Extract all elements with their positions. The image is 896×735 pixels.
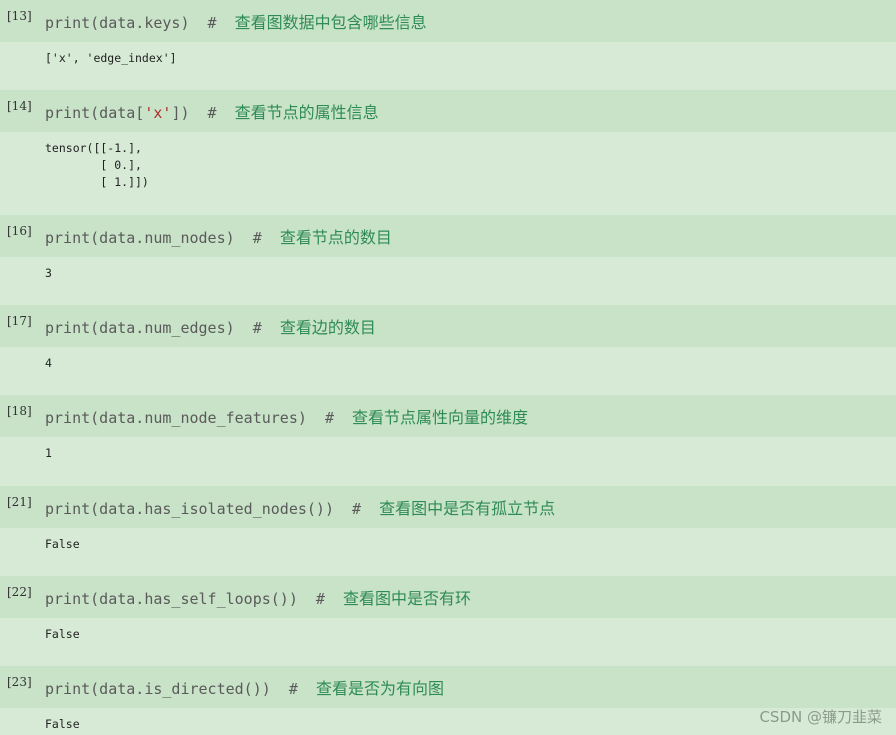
cell-input[interactable]: [14] print(data['x']) # 查看节点的属性信息: [0, 90, 896, 132]
cell-17[interactable]: [17] print(data.num_edges) # 查看边的数目 4: [0, 305, 896, 395]
code-line[interactable]: print(data.keys) # 查看图数据中包含哪些信息: [45, 9, 427, 33]
code-line[interactable]: print(data.num_edges) # 查看边的数目: [45, 314, 376, 338]
cell-input[interactable]: [18] print(data.num_node_features) # 查看节…: [0, 395, 896, 437]
execution-prompt: [22]: [7, 585, 32, 599]
cell-output: 1: [45, 446, 52, 460]
code-comment: 查看是否为有向图: [315, 679, 444, 698]
cell-output: tensor([[-1.], [ 0.], [ 1.]]): [45, 141, 149, 189]
execution-prompt: [13]: [7, 9, 32, 23]
cell-18[interactable]: [18] print(data.num_node_features) # 查看节…: [0, 395, 896, 485]
code-text: print(data.num_edges) #: [45, 319, 280, 337]
code-text: print(data.is_directed()) #: [45, 680, 316, 698]
code-text: print(data.num_nodes) #: [45, 229, 280, 247]
cell-input[interactable]: [22] print(data.has_self_loops()) # 查看图中…: [0, 576, 896, 618]
code-line[interactable]: print(data.num_nodes) # 查看节点的数目: [45, 224, 392, 248]
cell-output: False: [45, 627, 80, 641]
code-text: print(data[: [45, 104, 145, 122]
cell-21[interactable]: [21] print(data.has_isolated_nodes()) # …: [0, 486, 896, 576]
code-text: print(data.keys) #: [45, 14, 235, 32]
code-string: 'x': [144, 104, 172, 122]
cell-output: False: [45, 537, 80, 551]
cell-input[interactable]: [21] print(data.has_isolated_nodes()) # …: [0, 486, 896, 528]
cell-output: 3: [45, 266, 52, 280]
cell-input[interactable]: [23] print(data.is_directed()) # 查看是否为有向…: [0, 666, 896, 708]
code-line[interactable]: print(data.has_self_loops()) # 查看图中是否有环: [45, 585, 471, 609]
cell-13[interactable]: [13] print(data.keys) # 查看图数据中包含哪些信息 ['x…: [0, 0, 896, 90]
execution-prompt: [18]: [7, 404, 32, 418]
execution-prompt: [16]: [7, 224, 32, 238]
code-comment: 查看图数据中包含哪些信息: [234, 13, 427, 32]
code-comment: 查看节点的数目: [279, 228, 392, 247]
code-text: print(data.num_node_features) #: [45, 409, 353, 427]
code-line[interactable]: print(data['x']) # 查看节点的属性信息: [45, 99, 379, 123]
cell-22[interactable]: [22] print(data.has_self_loops()) # 查看图中…: [0, 576, 896, 666]
cell-output: 4: [45, 356, 52, 370]
cell-input[interactable]: [13] print(data.keys) # 查看图数据中包含哪些信息: [0, 0, 896, 42]
code-text: print(data.has_isolated_nodes()) #: [45, 500, 380, 518]
code-comment: 查看节点的属性信息: [234, 103, 379, 122]
code-comment: 查看节点属性向量的维度: [352, 408, 529, 427]
execution-prompt: [23]: [7, 675, 32, 689]
notebook: [13] print(data.keys) # 查看图数据中包含哪些信息 ['x…: [0, 0, 896, 735]
code-comment: 查看边的数目: [279, 318, 376, 337]
code-comment: 查看图中是否有孤立节点: [379, 499, 556, 518]
execution-prompt: [14]: [7, 99, 32, 113]
cell-input[interactable]: [16] print(data.num_nodes) # 查看节点的数目: [0, 215, 896, 257]
execution-prompt: [17]: [7, 314, 32, 328]
code-line[interactable]: print(data.is_directed()) # 查看是否为有向图: [45, 675, 444, 699]
execution-prompt: [21]: [7, 495, 32, 509]
code-text: print(data.has_self_loops()) #: [45, 590, 344, 608]
code-line[interactable]: print(data.has_isolated_nodes()) # 查看图中是…: [45, 495, 555, 519]
cell-14[interactable]: [14] print(data['x']) # 查看节点的属性信息 tensor…: [0, 90, 896, 215]
cell-output: False: [45, 717, 80, 731]
cell-output: ['x', 'edge_index']: [45, 51, 177, 65]
code-text-after: ]) #: [171, 104, 235, 122]
cell-16[interactable]: [16] print(data.num_nodes) # 查看节点的数目 3: [0, 215, 896, 305]
code-comment: 查看图中是否有环: [343, 589, 472, 608]
cell-input[interactable]: [17] print(data.num_edges) # 查看边的数目: [0, 305, 896, 347]
csdn-watermark: CSDN @镰刀韭菜: [759, 708, 882, 726]
code-line[interactable]: print(data.num_node_features) # 查看节点属性向量…: [45, 404, 528, 428]
